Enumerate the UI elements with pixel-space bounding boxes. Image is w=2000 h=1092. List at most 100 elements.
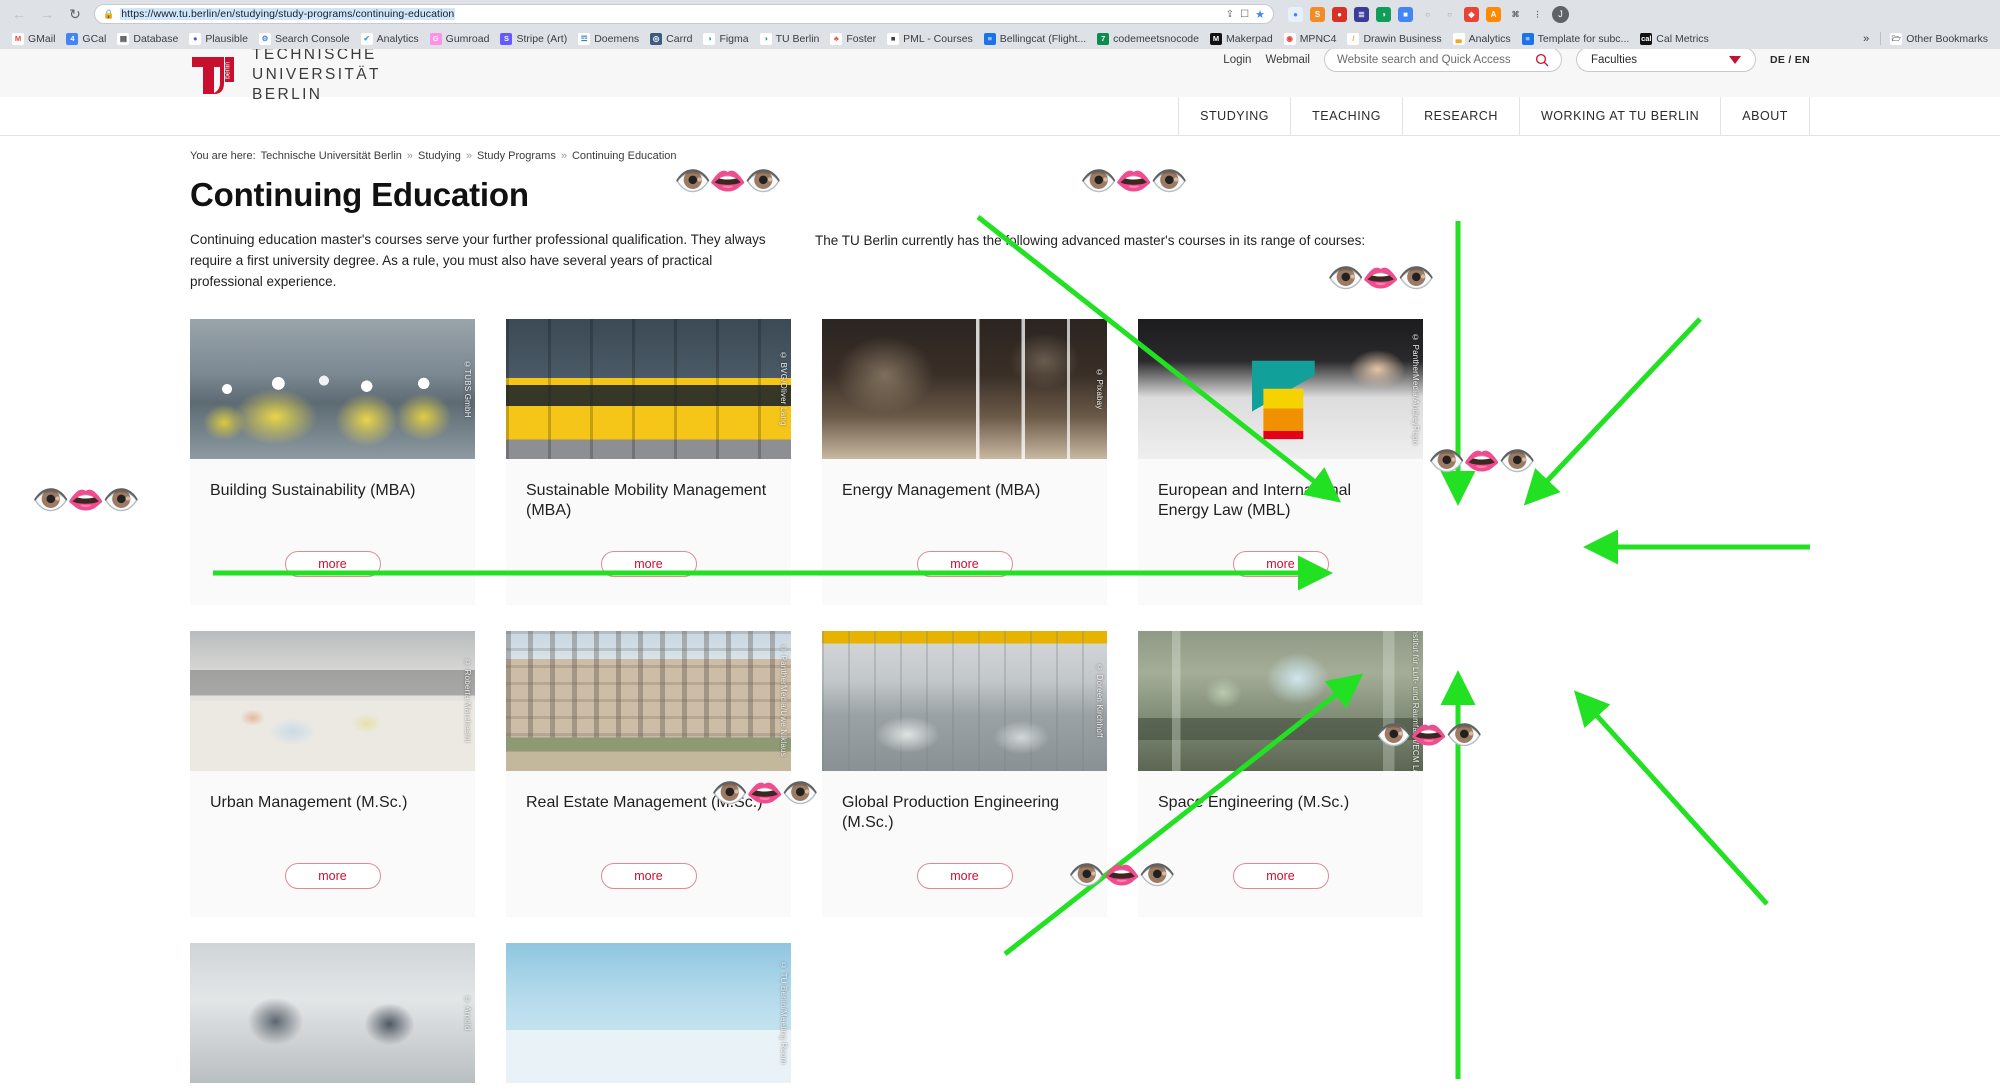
bookmark-label: Drawin Business [1363,33,1441,45]
program-card[interactable]: © TU Berlin/Meeting Room [506,943,791,1083]
bookmark-item[interactable]: ♣Foster [825,32,881,46]
extension-icon-8[interactable]: ○ [1442,7,1457,22]
program-card[interactable]: © PantherMedia/Uwe NiklausReal Estate Ma… [506,631,791,917]
bookmark-item[interactable]: ◑ Figma [698,32,753,46]
extension-icon-6[interactable]: ■ [1398,7,1413,22]
bookmark-item[interactable]: MGMail [7,32,60,46]
bookmark-favicon-icon: M [1210,33,1222,45]
more-button[interactable]: more [601,551,697,577]
webmail-link[interactable]: Webmail [1265,54,1310,66]
bookmark-item[interactable]: GGumroad [425,32,495,46]
bookmark-item[interactable]: ◎Carrd [645,32,697,46]
program-card[interactable]: © TU Berlin/Institut für Luft- und Raumf… [1138,631,1423,917]
extension-icon-5[interactable]: ◑ [1376,7,1391,22]
share-icon[interactable]: ⇪ [1226,9,1234,20]
bookmark-item[interactable]: cal Cal Metrics [1635,32,1714,46]
bookmark-favicon-icon: M [12,33,24,45]
bookmark-favicon-icon: ✔ [361,33,373,45]
bookmark-item[interactable]: ☲Doemens [573,32,644,46]
more-button[interactable]: more [917,863,1013,889]
extension-icon-7[interactable]: ○ [1420,7,1435,22]
extension-icon-4[interactable]: ≣ [1354,7,1369,22]
program-card[interactable]: © Doreen KirchhoffGlobal Production Engi… [822,631,1107,917]
program-card[interactable]: © Arnold [190,943,475,1083]
bookmark-item[interactable]: 7codemeetsnocode [1092,32,1204,46]
browser-toolbar: ← → ↻ 🔒 https://www.tu.berlin/en/studyin… [0,0,2000,28]
bookmark-item[interactable]: MMakerpad [1205,32,1278,46]
search-icon[interactable] [1535,53,1549,67]
program-card[interactable]: © Roberta MarchesiniUrban Management (M.… [190,631,475,917]
svg-text:berlin: berlin [225,62,232,79]
page-title: Continuing Education [190,176,1810,214]
bookmark-item[interactable]: ≡Bellingcat (Flight... [979,32,1091,46]
program-card-title: Energy Management (MBA) [822,459,1107,543]
bookmark-item[interactable]: ✔Analytics [356,32,424,46]
login-link[interactable]: Login [1223,54,1251,66]
image-credit: © Arnold [460,943,475,1083]
puzzle-icon[interactable]: ⌘ [1508,7,1523,22]
image-credit: © Pixabay [1092,319,1107,459]
back-arrow-icon[interactable]: ← [8,3,30,25]
language-switch[interactable]: DE / EN [1770,54,1810,66]
image-credit: © PantherMedia/Uwe Niklaus [776,631,791,771]
site-logo[interactable]: berlin TECHNISCHE UNIVERSITÄT BERLIN [190,49,381,105]
bookmark-favicon-icon: cal [1640,33,1652,45]
address-bar[interactable]: 🔒 https://www.tu.berlin/en/studying/stud… [94,4,1274,24]
bookmark-item[interactable]: ▤Database [112,32,183,46]
bookmark-item[interactable]: 4GCal [61,32,111,46]
program-card[interactable]: © BVG/Oliver LangSustainable Mobility Ma… [506,319,791,605]
bookmark-star-icon[interactable]: ★ [1255,8,1265,21]
bookmark-item[interactable]: ◑TU Berlin [755,32,825,46]
extension-icon-1[interactable]: ● [1288,7,1303,22]
faculties-select[interactable]: Faculties [1576,49,1756,72]
program-card-title: Space Engineering (M.Sc.) [1138,771,1423,855]
wordmark-line-3: BERLIN [252,85,381,105]
program-card-title: Building Sustainability (MBA) [190,459,475,543]
bookmark-item[interactable]: ⚙Search Console [254,32,355,46]
energy-label-document-photo: © PantherMedia/AndreyPopo [1138,319,1423,459]
bookmark-item[interactable]: ▃Analytics [1448,32,1516,46]
program-card[interactable]: ©TUBS GmbHBuilding Sustainability (MBA)m… [190,319,475,605]
breadcrumb-item[interactable]: Technische Universität Berlin [261,150,402,162]
program-card[interactable]: © PantherMedia/AndreyPopoEuropean and In… [1138,319,1423,605]
bookmark-item[interactable]: ●Plausible [184,32,253,46]
bookmark-item[interactable]: ■PML - Courses [882,32,978,46]
more-button[interactable]: more [285,551,381,577]
bookmark-favicon-icon: ◑ [703,33,715,45]
image-credit: © PantherMedia/AndreyPopo [1408,319,1423,459]
program-card[interactable]: © PixabayEnergy Management (MBA) more [822,319,1107,605]
more-button[interactable]: more [1233,863,1329,889]
install-icon[interactable]: ☐ [1240,9,1249,20]
extension-icon-2[interactable]: S [1310,7,1325,22]
apartment-buildings-photo: © PantherMedia/Uwe Niklaus [506,631,791,771]
breadcrumb-item[interactable]: Study Programs [477,150,556,162]
forward-arrow-icon[interactable]: → [36,3,58,25]
extension-icon-3[interactable]: ● [1332,7,1347,22]
marker-building-sustainability: 👁️👄👁️ [32,486,138,516]
other-bookmarks-folder[interactable]: 🗁 Other Bookmarks [1885,32,1993,46]
bookmark-item[interactable]: ◉MPNC4 [1279,32,1342,46]
reload-icon[interactable]: ↻ [64,3,86,25]
bookmark-item[interactable]: /Drawin Business [1342,32,1446,46]
bookmarks-overflow-button[interactable]: » [1856,33,1876,45]
kebab-menu-icon[interactable]: ⋮ [1530,7,1545,22]
more-button[interactable]: more [285,863,381,889]
bookmark-item[interactable]: SStripe (Art) [495,32,572,46]
bookmark-item[interactable]: ≡Template for subc... [1517,32,1635,46]
more-button[interactable]: more [601,863,697,889]
breadcrumb-item[interactable]: Studying [418,150,461,162]
more-button[interactable]: more [1233,551,1329,577]
bookmark-label: Figma [719,33,748,45]
bookmark-label: PML - Courses [903,33,973,45]
intro-section: Continuing education master's courses se… [190,230,1810,293]
breadcrumb-separator: » [407,150,413,162]
bookmark-favicon-icon: ▃ [1453,33,1465,45]
extension-icon-10[interactable]: A [1486,7,1501,22]
bookmark-label: Cal Metrics [1656,33,1709,45]
extension-icon-9[interactable]: ◆ [1464,7,1479,22]
breadcrumb-item[interactable]: Continuing Education [572,150,677,162]
avatar[interactable]: J [1552,6,1569,23]
search-box[interactable] [1324,49,1562,72]
more-button[interactable]: more [917,551,1013,577]
search-input[interactable] [1337,54,1535,66]
